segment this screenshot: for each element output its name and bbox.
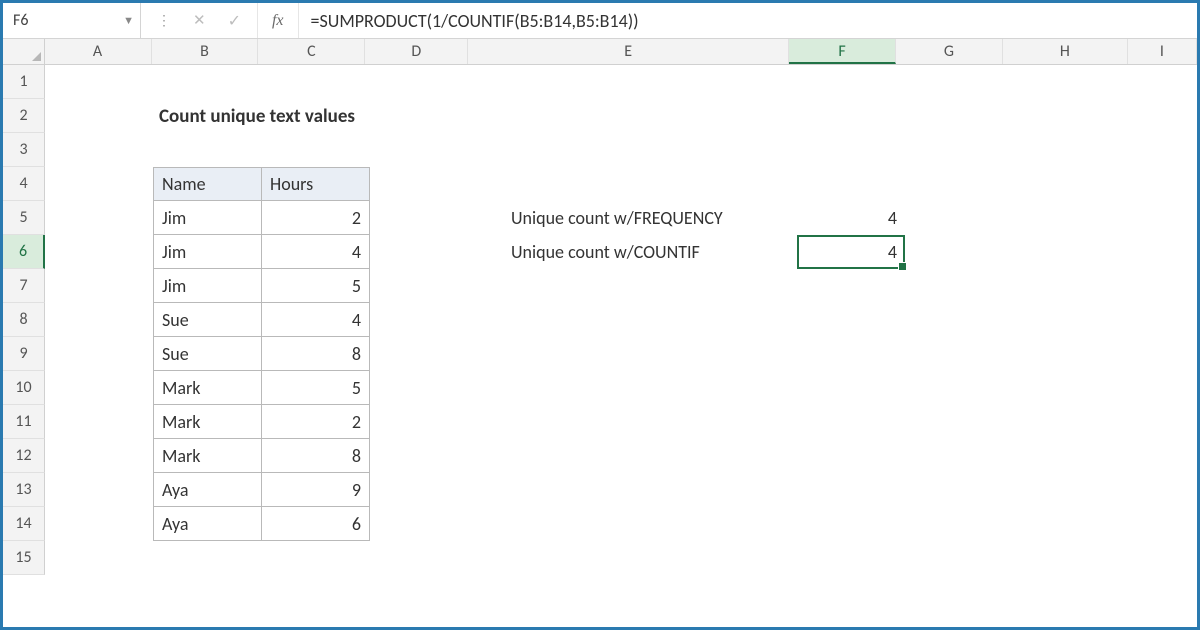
row-header-10[interactable]: 10: [3, 371, 45, 405]
row-header-4[interactable]: 4: [3, 167, 45, 201]
table-row: Mark8: [154, 439, 370, 473]
row-header-11[interactable]: 11: [3, 405, 45, 439]
row-header-15[interactable]: 15: [3, 541, 45, 575]
row-header-6[interactable]: 6: [3, 235, 45, 269]
table-row: Mark5: [154, 371, 370, 405]
table-row: Aya6: [154, 507, 370, 541]
cell-hours[interactable]: 4: [262, 303, 370, 337]
cell-name[interactable]: Jim: [154, 269, 262, 303]
cell-hours[interactable]: 9: [262, 473, 370, 507]
cell-name[interactable]: Aya: [154, 507, 262, 541]
table-row: Mark2: [154, 405, 370, 439]
cell-name[interactable]: Mark: [154, 371, 262, 405]
column-header-G[interactable]: G: [896, 39, 1003, 64]
formula-bar: F6 ▼ ⋮ ✕ ✓ fx =SUMPRODUCT(1/COUNTIF(B5:B…: [3, 3, 1197, 39]
column-header-E[interactable]: E: [468, 39, 789, 64]
column-header-I[interactable]: I: [1128, 39, 1197, 64]
formula-bar-buttons: ⋮ ✕ ✓: [141, 3, 258, 38]
column-header-H[interactable]: H: [1003, 39, 1128, 64]
row-header-14[interactable]: 14: [3, 507, 45, 541]
cell-hours[interactable]: 5: [262, 269, 370, 303]
cell-name[interactable]: Mark: [154, 439, 262, 473]
table-header-row: Name Hours: [154, 168, 370, 201]
cell-name[interactable]: Sue: [154, 303, 262, 337]
col-hours-header[interactable]: Hours: [262, 168, 370, 201]
column-header-F[interactable]: F: [789, 39, 896, 64]
row-header-5[interactable]: 5: [3, 201, 45, 235]
row-header-2[interactable]: 2: [3, 99, 45, 133]
cell-hours[interactable]: 5: [262, 371, 370, 405]
table-row: Sue8: [154, 337, 370, 371]
cell-hours[interactable]: 4: [262, 235, 370, 269]
cell-hours[interactable]: 2: [262, 201, 370, 235]
table-row: Jim5: [154, 269, 370, 303]
name-box[interactable]: F6 ▼: [3, 3, 141, 38]
active-cell-outline[interactable]: [797, 235, 905, 269]
cancel-icon[interactable]: ✕: [193, 11, 206, 30]
row-header-9[interactable]: 9: [3, 337, 45, 371]
row-header-12[interactable]: 12: [3, 439, 45, 473]
row-header-1[interactable]: 1: [3, 65, 45, 99]
cells-area[interactable]: Count unique text values Name Hours Jim2…: [45, 65, 1197, 575]
row-header-13[interactable]: 13: [3, 473, 45, 507]
select-all-corner[interactable]: [3, 39, 45, 64]
result-label: Unique count w/COUNTIF: [511, 241, 700, 263]
column-header-A[interactable]: A: [45, 39, 152, 64]
fx-icon[interactable]: fx: [258, 3, 299, 38]
cell-name[interactable]: Mark: [154, 405, 262, 439]
confirm-icon[interactable]: ✓: [228, 11, 241, 31]
cell-hours[interactable]: 2: [262, 405, 370, 439]
cell-name[interactable]: Sue: [154, 337, 262, 371]
table-row: Sue4: [154, 303, 370, 337]
column-header-D[interactable]: D: [365, 39, 468, 64]
more-icon[interactable]: ⋮: [157, 12, 171, 29]
data-table: Name Hours Jim2Jim4Jim5Sue4Sue8Mark5Mark…: [153, 167, 370, 541]
formula-input[interactable]: =SUMPRODUCT(1/COUNTIF(B5:B14,B5:B14)): [299, 3, 1197, 38]
dropdown-icon[interactable]: ▼: [123, 14, 134, 27]
column-header-C[interactable]: C: [258, 39, 365, 64]
cell-name[interactable]: Jim: [154, 201, 262, 235]
col-name-header[interactable]: Name: [154, 168, 262, 201]
cell-name[interactable]: Jim: [154, 235, 262, 269]
formula-text: =SUMPRODUCT(1/COUNTIF(B5:B14,B5:B14)): [311, 10, 639, 32]
table-row: Jim4: [154, 235, 370, 269]
cell-hours[interactable]: 6: [262, 507, 370, 541]
page-title: Count unique text values: [159, 105, 355, 128]
spreadsheet-grid: 123456789101112131415 Count unique text …: [3, 65, 1197, 575]
row-header-8[interactable]: 8: [3, 303, 45, 337]
cell-hours[interactable]: 8: [262, 439, 370, 473]
cell-name[interactable]: Aya: [154, 473, 262, 507]
cell-reference: F6: [13, 11, 28, 30]
row-headers: 123456789101112131415: [3, 65, 45, 575]
row-header-3[interactable]: 3: [3, 133, 45, 167]
column-headers: ABCDEFGHI: [3, 39, 1197, 65]
table-row: Jim2: [154, 201, 370, 235]
table-row: Aya9: [154, 473, 370, 507]
cell-hours[interactable]: 8: [262, 337, 370, 371]
column-header-B[interactable]: B: [152, 39, 259, 64]
result-label: Unique count w/FREQUENCY: [511, 207, 723, 229]
result-value[interactable]: 4: [797, 207, 897, 229]
row-header-7[interactable]: 7: [3, 269, 45, 303]
